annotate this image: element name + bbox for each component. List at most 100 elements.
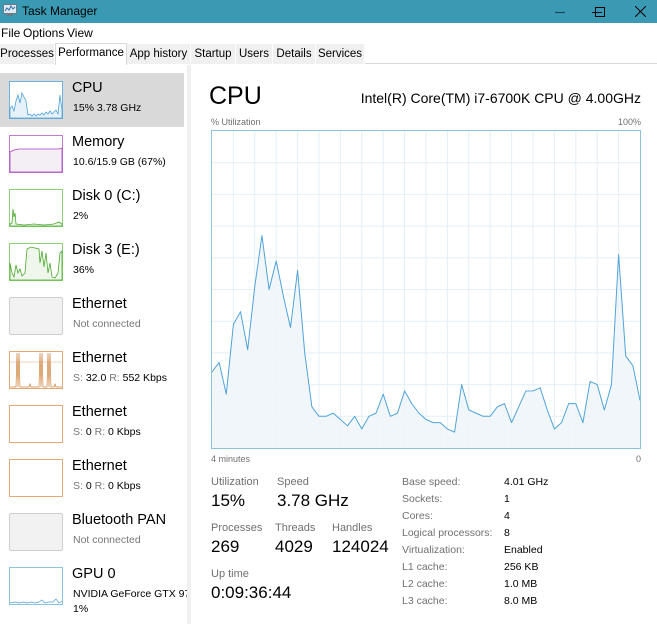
sidebar-item-name: Ethernet — [72, 350, 127, 366]
disk-0-thumbnail-graph — [9, 189, 63, 227]
send-label: S: — [73, 480, 83, 492]
spec-label: Logical processors: — [402, 527, 493, 539]
tab-performance[interactable]: Performance — [55, 43, 127, 65]
memory-thumbnail-graph — [9, 135, 63, 173]
receive-value: 0 Kbps — [108, 426, 141, 438]
tab-app-history[interactable]: App history — [127, 44, 191, 64]
spec-label: Virtualization: — [402, 544, 465, 556]
speed-value: 3.78 GHz — [277, 491, 349, 510]
tab-startup[interactable]: Startup — [191, 44, 236, 64]
sidebar-item-name: Ethernet — [72, 404, 127, 420]
maximize-icon — [595, 6, 605, 17]
sidebar-item-disk-0[interactable]: Disk 0 (C:) 2% — [0, 181, 184, 235]
sidebar-item-gpu-0[interactable]: GPU 0 NVIDIA GeForce GTX 97 1% — [0, 559, 190, 624]
spec-value: 4.01 GHz — [504, 476, 549, 488]
tab-details[interactable]: Details — [273, 44, 316, 64]
sidebar-item-bluetooth-pan[interactable]: Bluetooth PAN Not connected — [0, 505, 184, 559]
ethernet-thumbnail-disabled — [9, 297, 63, 335]
spec-label: L3 cache: — [402, 595, 448, 607]
y-max-label: 100% — [617, 117, 641, 127]
sidebar-item-sub: S: 0 R: 0 Kbps — [73, 426, 141, 438]
sidebar-item-name: Ethernet — [72, 458, 127, 474]
cpu-utilization-graph — [211, 130, 641, 449]
spec-label: Sockets: — [402, 493, 443, 505]
tab-bar: Processes Performance App history Startu… — [0, 43, 657, 65]
sidebar-item-memory[interactable]: Memory 10.6/15.9 GB (67%) — [0, 127, 184, 181]
bluetooth-thumbnail-disabled — [9, 513, 63, 551]
sidebar: CPU 15% 3.78 GHz Memory 10.6/15.9 GB (67… — [0, 65, 190, 624]
menu-bar: File Options View — [0, 23, 657, 41]
spec-value: 256 KB — [504, 561, 539, 573]
gpu-thumbnail-graph — [9, 567, 63, 605]
receive-value: 0 Kbps — [108, 480, 141, 492]
receive-label: R: — [94, 426, 106, 438]
close-icon — [634, 6, 646, 17]
spec-label: L1 cache: — [402, 561, 448, 573]
menu-options[interactable]: Options — [23, 26, 64, 40]
sidebar-item-disk-3[interactable]: Disk 3 (E:) 36% — [0, 235, 184, 289]
spec-label: Base speed: — [402, 476, 461, 488]
menu-view[interactable]: View — [67, 26, 93, 40]
sidebar-item-sub: 2% — [73, 210, 89, 222]
task-manager-icon — [3, 4, 17, 16]
spec-label: L2 cache: — [402, 578, 448, 590]
maximize-button[interactable] — [580, 0, 620, 23]
tab-users[interactable]: Users — [236, 44, 273, 64]
send-label: S: — [73, 372, 83, 384]
sidebar-item-sub2: 1% — [73, 603, 89, 615]
sidebar-item-name: Memory — [72, 134, 125, 150]
cpu-thumbnail-graph — [9, 81, 63, 119]
receive-label: R: — [94, 480, 106, 492]
processes-value: 269 — [211, 537, 240, 556]
sidebar-item-ethernet-4[interactable]: Ethernet S: 0 R: 0 Kbps — [0, 451, 184, 505]
spec-value: 1.0 MB — [504, 578, 538, 590]
processes-label: Processes — [211, 522, 263, 534]
sidebar-item-ethernet-2[interactable]: Ethernet S: 32.0 R: 552 Kbps — [0, 343, 184, 397]
spec-value: 4 — [504, 510, 510, 522]
uptime-value: 0:09:36:44 — [211, 583, 292, 602]
ethernet-thumbnail-graph — [9, 405, 63, 443]
sidebar-divider — [187, 65, 191, 624]
uptime-label: Up time — [211, 568, 249, 580]
sidebar-item-sub: 36% — [73, 264, 95, 276]
y-axis-label: % Utilization — [211, 117, 261, 127]
spec-value: Enabled — [504, 544, 543, 556]
threads-label: Threads — [275, 522, 316, 534]
threads-value: 4029 — [275, 537, 313, 556]
sidebar-item-ethernet-1[interactable]: Ethernet Not connected — [0, 289, 184, 343]
receive-label: R: — [109, 372, 120, 384]
speed-label: Speed — [277, 476, 309, 488]
spec-value: 8.0 MB — [504, 595, 538, 607]
sidebar-item-sub: Not connected — [73, 318, 141, 330]
tab-processes[interactable]: Processes — [0, 44, 55, 64]
window-title: Task Manager — [22, 4, 98, 18]
spec-value: 8 — [504, 527, 510, 539]
sidebar-item-ethernet-3[interactable]: Ethernet S: 0 R: 0 Kbps — [0, 397, 184, 451]
sidebar-item-name: GPU 0 — [72, 566, 116, 582]
receive-value: 552 Kbps — [122, 372, 167, 384]
sidebar-item-name: Bluetooth PAN — [72, 512, 167, 528]
sidebar-item-cpu[interactable]: CPU 15% 3.78 GHz — [0, 73, 184, 127]
menu-file[interactable]: File — [1, 26, 20, 40]
utilization-label: Utilization — [211, 476, 259, 488]
minimize-button[interactable] — [540, 0, 580, 23]
disk-3-thumbnail-graph — [9, 243, 63, 281]
send-value: 32.0 — [85, 372, 107, 384]
close-button[interactable] — [620, 0, 657, 23]
x-left-label: 4 minutes — [211, 454, 251, 464]
x-right-label: 0 — [636, 454, 642, 464]
cpu-model-name: Intel(R) Core(TM) i7-6700K CPU @ 4.00GHz — [360, 90, 641, 106]
sidebar-item-sub: 15% 3.78 GHz — [73, 102, 142, 114]
send-value: 0 — [85, 426, 92, 438]
sidebar-item-name: Disk 0 (C:) — [72, 188, 141, 204]
sidebar-item-name: Disk 3 (E:) — [72, 242, 140, 258]
handles-value: 124024 — [332, 537, 389, 556]
sidebar-item-sub: 10.6/15.9 GB (67%) — [73, 156, 166, 168]
sidebar-item-name: Ethernet — [72, 296, 127, 312]
tab-services[interactable]: Services — [316, 44, 365, 64]
ethernet-thumbnail-graph — [9, 351, 63, 389]
sidebar-item-sub: S: 32.0 R: 552 Kbps — [73, 372, 167, 384]
spec-value: 1 — [504, 493, 510, 505]
sidebar-item-sub: Not connected — [73, 534, 141, 546]
minimize-icon — [555, 11, 565, 13]
